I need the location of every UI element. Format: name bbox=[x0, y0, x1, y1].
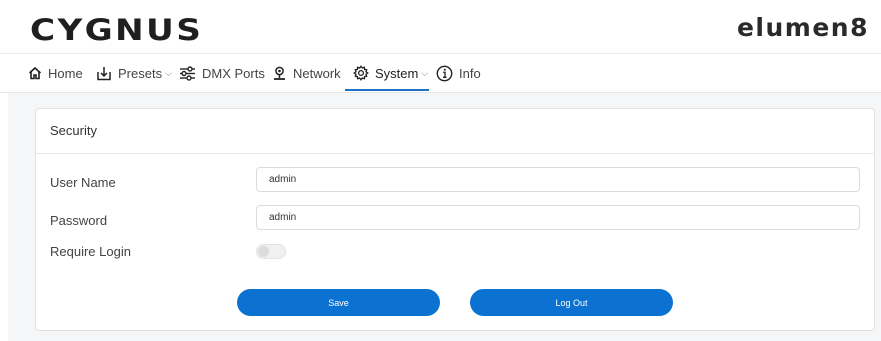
home-icon bbox=[28, 66, 42, 80]
main-nav: Home Presets ⌵ DMX Ports Network System … bbox=[0, 54, 881, 93]
username-input[interactable] bbox=[256, 167, 860, 192]
security-card-header: Security bbox=[36, 109, 874, 154]
chevron-down-icon: ⌵ bbox=[421, 67, 429, 78]
nav-info-label: Info bbox=[459, 65, 481, 81]
security-card: Security User Name Password Require Logi… bbox=[35, 108, 875, 331]
gear-icon bbox=[353, 65, 369, 81]
nav-item-dmx-ports[interactable]: DMX Ports bbox=[179, 54, 265, 92]
nav-item-network[interactable]: Network bbox=[272, 54, 341, 92]
network-node-icon bbox=[274, 66, 285, 80]
download-tray-icon bbox=[97, 66, 111, 80]
nav-system-label: System bbox=[375, 65, 419, 81]
nav-presets-label: Presets bbox=[118, 65, 163, 81]
active-tab-indicator bbox=[345, 89, 429, 91]
cygnus-logo: CYGNUS bbox=[30, 13, 204, 47]
app-header: CYGNUS elumen8 bbox=[0, 0, 881, 54]
nav-item-info[interactable]: Info bbox=[436, 54, 481, 92]
password-input[interactable] bbox=[256, 205, 860, 230]
require-login-label: Require Login bbox=[50, 244, 131, 259]
chevron-down-icon: ⌵ bbox=[165, 67, 172, 78]
require-login-toggle[interactable] bbox=[256, 244, 286, 259]
toggle-knob bbox=[258, 246, 269, 257]
elumen8-logo: elumen8 bbox=[736, 13, 869, 42]
nav-dmx-ports-label: DMX Ports bbox=[202, 65, 265, 81]
log-out-button[interactable]: Log Out bbox=[470, 289, 673, 316]
nav-item-system[interactable]: System ⌵ bbox=[353, 54, 428, 92]
nav-item-presets[interactable]: Presets ⌵ bbox=[96, 54, 172, 92]
security-title: Security bbox=[50, 123, 97, 138]
password-label: Password bbox=[50, 213, 108, 228]
nav-item-home[interactable]: Home bbox=[28, 54, 83, 92]
username-label: User Name bbox=[50, 175, 116, 190]
info-icon bbox=[436, 65, 453, 81]
sliders-icon bbox=[180, 65, 195, 81]
nav-network-label: Network bbox=[293, 65, 341, 81]
save-button[interactable]: Save bbox=[237, 289, 440, 316]
nav-home-label: Home bbox=[48, 65, 83, 81]
